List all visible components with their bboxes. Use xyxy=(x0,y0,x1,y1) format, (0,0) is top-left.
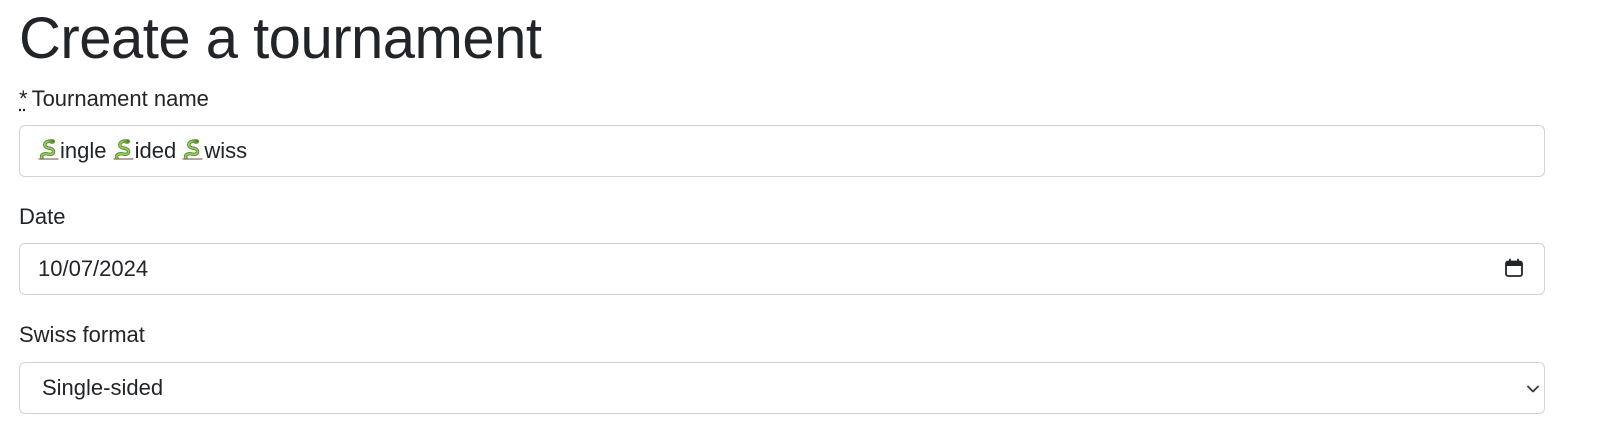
chevron-down-icon xyxy=(1527,385,1539,393)
snake-emoji-icon xyxy=(38,139,59,160)
date-input[interactable]: 10/07/2024 xyxy=(19,243,1545,295)
swiss-format-selected: Single-sided xyxy=(42,375,164,400)
tournament-name-input[interactable]: ingle ided wiss xyxy=(19,125,1545,177)
tournament-name-part-2: ided xyxy=(134,138,183,163)
calendar-icon[interactable] xyxy=(1504,258,1524,278)
swiss-format-label: Swiss format xyxy=(19,322,145,347)
snake-emoji-icon xyxy=(182,139,203,160)
required-marker: * xyxy=(19,86,28,111)
tournament-name-label: * Tournament name xyxy=(19,84,209,114)
date-label: Date xyxy=(19,204,66,229)
page-title: Create a tournament xyxy=(19,6,542,71)
snake-emoji-icon xyxy=(112,139,134,160)
tournament-name-part-3: wiss xyxy=(204,138,248,163)
tournament-name-label-text: Tournament name xyxy=(31,86,209,111)
tournament-name-part-1: ingle xyxy=(60,138,113,163)
date-value: 10/07/2024 xyxy=(38,256,149,281)
create-tournament-page: Create a tournament * Tournament name ing… xyxy=(0,0,1600,445)
tournament-name-value: ingle ided wiss xyxy=(38,126,247,176)
swiss-format-select[interactable]: Single-sided xyxy=(19,362,1545,414)
